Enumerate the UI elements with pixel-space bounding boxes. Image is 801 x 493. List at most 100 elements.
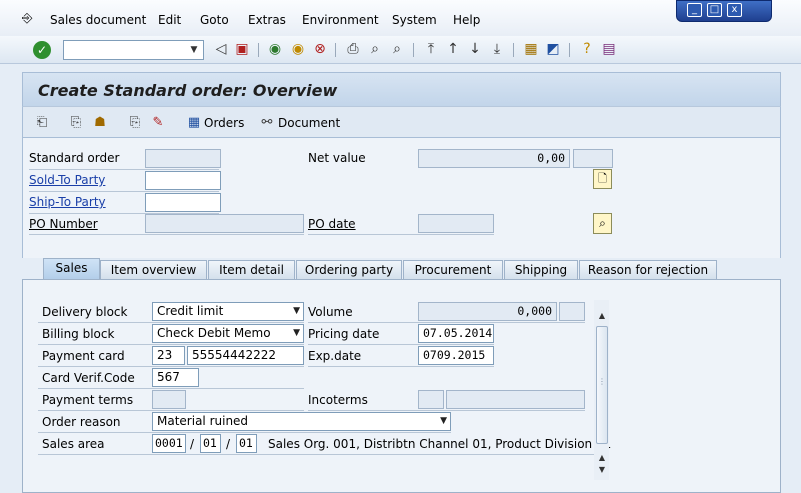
exp-date-label: Exp.date (308, 349, 362, 363)
chevron-down-icon[interactable]: ▼ (188, 44, 200, 56)
first-page-icon[interactable]: ⤒ (422, 40, 440, 58)
menu-extras[interactable]: Extras (248, 13, 286, 27)
help-icon[interactable]: ? (578, 40, 596, 58)
tab-item-overview[interactable]: Item overview (100, 260, 207, 279)
ship-to-party-input[interactable] (145, 193, 221, 212)
last-page-icon[interactable]: ⤓ (488, 40, 506, 58)
save-icon[interactable]: ▣ (233, 40, 251, 58)
restore-button[interactable]: □ (707, 3, 722, 17)
page-title: Create Standard order: Overview (38, 81, 338, 100)
find-icon[interactable]: ⌕ (366, 40, 384, 58)
po-number-field[interactable] (145, 214, 304, 233)
sold-to-party-input[interactable] (145, 171, 221, 190)
payment-card-number-input[interactable]: 55554442222 (187, 346, 304, 365)
command-field[interactable] (63, 40, 204, 60)
sales-org-field: 0001 (152, 434, 186, 453)
menu-icon[interactable]: ⎆ (22, 12, 38, 26)
payment-terms-label: Payment terms (42, 393, 134, 407)
tab-reason-for-rejection[interactable]: Reason for rejection (579, 260, 717, 279)
window-controls: _ □ x (676, 0, 772, 22)
sales-area-separator: / (190, 437, 195, 451)
incoterms-label: Incoterms (308, 393, 368, 407)
header-area (22, 138, 781, 258)
cancel-icon[interactable]: ⊗ (311, 40, 329, 58)
display-document-icon[interactable]: ⎗ (33, 114, 51, 132)
delete-item-icon[interactable]: ✎ (149, 114, 167, 132)
enter-icon[interactable]: ✓ (33, 41, 51, 59)
volume-unit-field (559, 302, 585, 321)
incoterms-2-field[interactable] (446, 390, 585, 409)
sales-area-description: Sales Org. 001, Distribtn Channel 01, Pr… (268, 437, 612, 451)
orders-button[interactable]: Orders (204, 116, 244, 130)
po-number-label: PO Number (29, 217, 98, 231)
sales-area-label: Sales area (42, 437, 105, 451)
header-icon[interactable]: ⎘ (67, 114, 85, 132)
document-flow-icon[interactable]: ⚯ (258, 114, 276, 132)
order-reason-label: Order reason (42, 415, 121, 429)
back-icon[interactable]: ◁ (212, 40, 230, 58)
standard-order-field (145, 149, 221, 168)
chevron-down-icon[interactable]: ▼ (293, 325, 300, 342)
menu-environment[interactable]: Environment (302, 13, 379, 27)
shortcut-icon[interactable]: ◩ (544, 40, 562, 58)
tab-shipping[interactable]: Shipping (504, 260, 578, 279)
distribution-channel-field: 01 (200, 434, 221, 453)
ship-to-party-link[interactable]: Ship-To Party (29, 195, 106, 209)
item-overview-icon[interactable]: ⎘ (126, 114, 144, 132)
standard-order-label: Standard order (29, 151, 120, 165)
delivery-block-select[interactable]: Credit limit ▼ (152, 302, 304, 321)
volume-field: 0,000 (418, 302, 557, 321)
next-page-icon[interactable]: ↓ (466, 40, 484, 58)
po-date-field[interactable] (418, 214, 494, 233)
menu-sales-document[interactable]: Sales document (50, 13, 146, 27)
chevron-down-icon[interactable]: ▼ (293, 303, 300, 320)
customize-layout-icon[interactable]: ▤ (600, 40, 618, 58)
exp-date-input[interactable]: 0709.2015 (418, 346, 494, 365)
delivery-block-label: Delivery block (42, 305, 128, 319)
exit-icon[interactable]: ◉ (289, 40, 307, 58)
tab-sales[interactable]: Sales (43, 258, 100, 280)
document-button[interactable]: Document (278, 116, 340, 130)
order-reason-select[interactable]: Material ruined ▼ (152, 412, 451, 431)
minimize-button[interactable]: _ (687, 3, 702, 17)
tab-ordering-party[interactable]: Ordering party (296, 260, 402, 279)
menu-edit[interactable]: Edit (158, 13, 181, 27)
create-session-icon[interactable]: ▦ (522, 40, 540, 58)
card-verif-code-label: Card Verif.Code (42, 371, 135, 385)
display-search-icon[interactable]: ⌕ (593, 213, 612, 234)
menu-system[interactable]: System (392, 13, 437, 27)
po-date-label: PO date (308, 217, 356, 231)
print-icon[interactable]: ⎙ (344, 40, 362, 58)
chevron-down-icon[interactable]: ▼ (440, 413, 447, 430)
tab-procurement[interactable]: Procurement (403, 260, 503, 279)
sales-area-separator: / (226, 437, 231, 451)
incoterms-1-field[interactable] (418, 390, 444, 409)
payment-card-label: Payment card (42, 349, 125, 363)
business-partner-icon[interactable]: ☗ (91, 114, 109, 132)
create-document-icon[interactable]: 🗋 (593, 169, 612, 189)
close-button[interactable]: x (727, 3, 742, 17)
menu-help[interactable]: Help (453, 13, 480, 27)
grip-icon: ⋮ (598, 377, 606, 386)
billing-block-select[interactable]: Check Debit Memo ▼ (152, 324, 304, 343)
scroll-up-icon[interactable]: ▲ (596, 310, 608, 322)
find-next-icon[interactable]: ⌕ (388, 40, 406, 58)
volume-label: Volume (308, 305, 353, 319)
pricing-date-label: Pricing date (308, 327, 380, 341)
tab-item-detail[interactable]: Item detail (208, 260, 295, 279)
currency-field (573, 149, 613, 168)
previous-page-icon[interactable]: ↑ (444, 40, 462, 58)
payment-terms-field[interactable] (152, 390, 186, 409)
scroll-down-arrow-icon[interactable]: ▲ (596, 452, 608, 464)
menu-goto[interactable]: Goto (200, 13, 229, 27)
scroll-down-icon[interactable]: ▼ (596, 464, 608, 476)
pricing-date-input[interactable]: 07.05.2014 (418, 324, 494, 343)
back-nav-icon[interactable]: ◉ (266, 40, 284, 58)
payment-card-type-input[interactable]: 23 (152, 346, 185, 365)
net-value-label: Net value (308, 151, 366, 165)
net-value-field: 0,00 (418, 149, 570, 168)
sold-to-party-link[interactable]: Sold-To Party (29, 173, 105, 187)
billing-block-label: Billing block (42, 327, 115, 341)
card-verif-code-input[interactable]: 567 (152, 368, 199, 387)
orders-icon[interactable]: ▦ (185, 114, 203, 132)
